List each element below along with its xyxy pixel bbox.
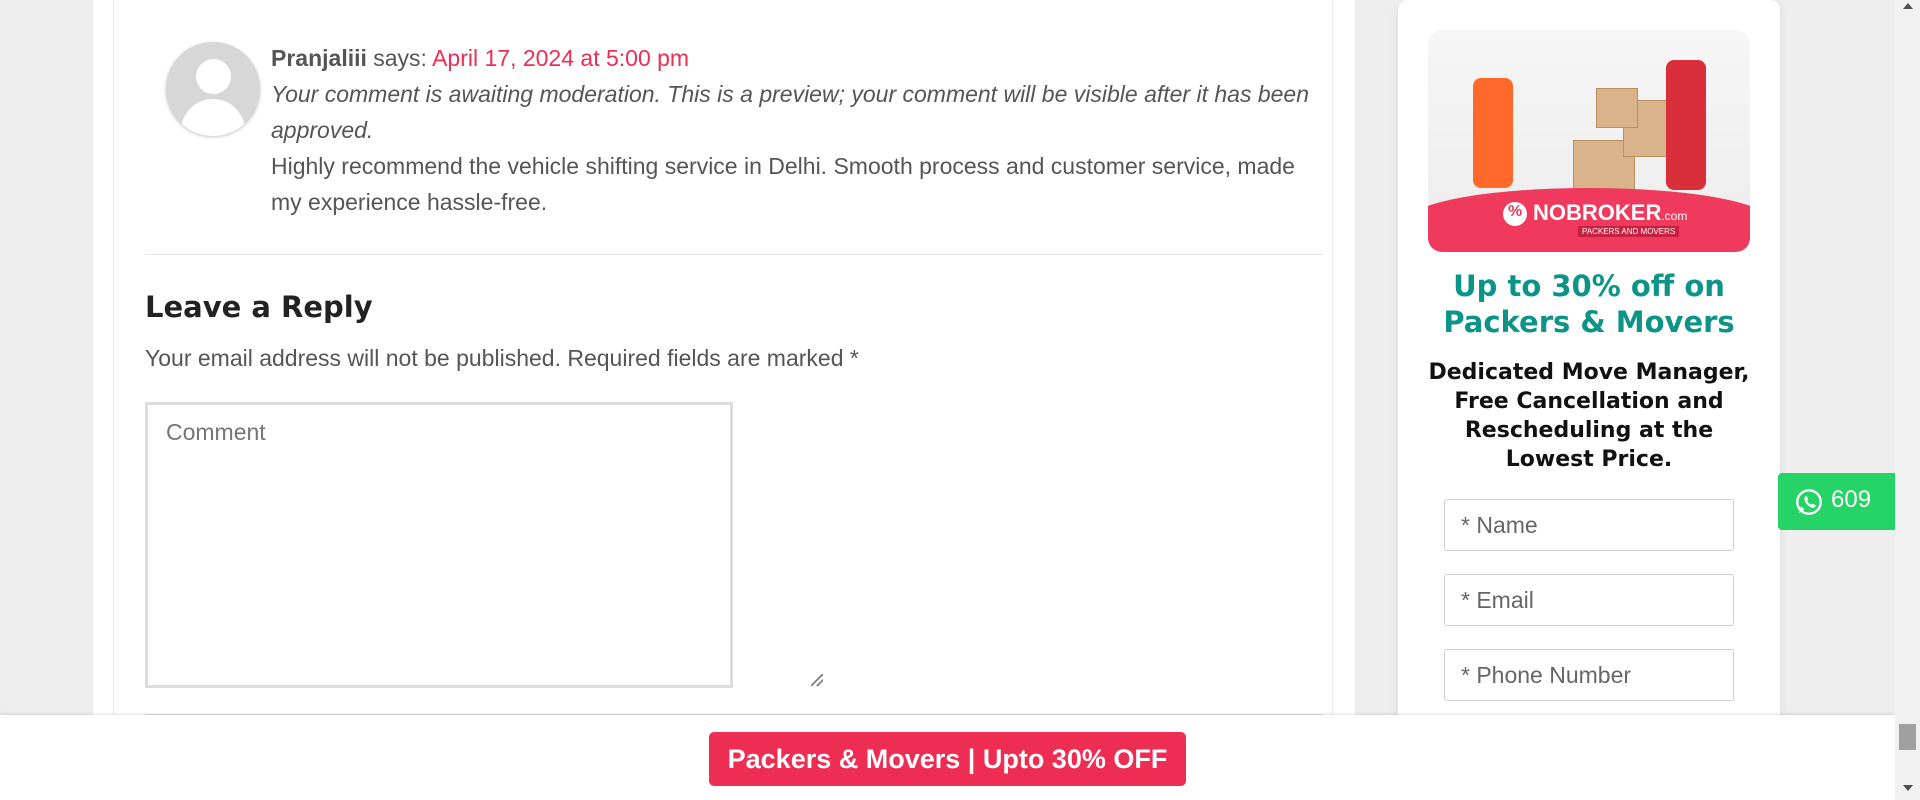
brand-subtitle: PACKERS AND MOVERS [1578,226,1680,237]
promo-image: NOBROKER.com PACKERS AND MOVERS [1428,30,1750,252]
phone-field[interactable] [1444,649,1734,701]
whatsapp-count: 609 [1831,486,1872,513]
reply-title: Leave a Reply [145,290,373,324]
brand-logo-text: NOBROKER.com [1503,200,1688,227]
scroll-down-arrow-icon[interactable] [1903,785,1913,791]
nobroker-logo-icon [1503,202,1527,227]
brand-suffix: .com [1661,209,1688,223]
mover-figure [1666,60,1706,190]
name-field[interactable] [1444,499,1734,551]
resize-handle[interactable] [811,674,823,686]
moderation-notice: Your comment is awaiting moderation. Thi… [271,81,1310,143]
comment-text: Highly recommend the vehicle shifting se… [271,153,1295,215]
main-content: Pranjaliii says: April 17, 2024 at 5:00 … [93,0,1355,800]
comment-meta: Pranjaliii says: April 17, 2024 at 5:00 … [271,40,1311,76]
promo-heading: Up to 30% off on Packers & Movers [1443,269,1735,339]
reply-notes: Your email address will not be published… [145,345,859,371]
brand-name: NOBROKER [1533,200,1662,225]
sticky-bottom-bar: Packers & Movers | Upto 30% OFF [0,715,1895,800]
comment-says: says: [373,45,427,71]
whatsapp-button[interactable]: 609 [1778,473,1895,530]
comment-author: Pranjaliii [271,45,367,71]
page-scrollbar[interactable] [1895,0,1920,800]
comment-body: Pranjaliii says: April 17, 2024 at 5:00 … [271,40,1311,220]
comment-separator [145,254,1323,255]
avatar [166,42,260,136]
scroll-thumb[interactable] [1899,724,1916,750]
promo-subheading: Dedicated Move Manager, Free Cancellatio… [1428,360,1750,472]
comment-date-link[interactable]: April 17, 2024 at 5:00 pm [432,45,689,71]
avatar-head-shape [196,59,231,94]
email-field[interactable] [1444,574,1734,626]
whatsapp-icon [1796,489,1822,515]
avatar-body-shape [181,99,245,136]
mover-figure [1473,78,1513,188]
scroll-up-arrow-icon[interactable] [1903,3,1913,9]
box-shape [1596,88,1638,128]
packers-movers-offer-button[interactable]: Packers & Movers | Upto 30% OFF [709,732,1186,786]
comment-textarea[interactable] [145,402,733,688]
sidebar-lead-form: NOBROKER.com PACKERS AND MOVERS Up to 30… [1398,0,1780,800]
